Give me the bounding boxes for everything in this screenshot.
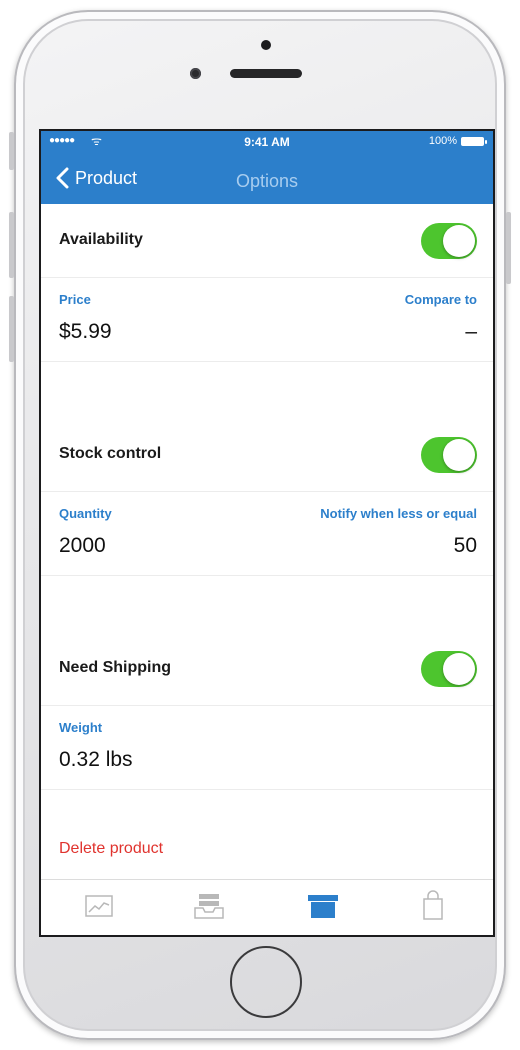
weight-row: Weight 0.32 lbs [41, 706, 493, 790]
volume-down-button [9, 296, 14, 362]
battery-icon [461, 137, 487, 146]
availability-toggle[interactable] [421, 223, 477, 259]
availability-label: Availability [59, 231, 143, 248]
price-label: Price [59, 292, 91, 307]
earpiece-speaker [230, 69, 302, 78]
tab-store[interactable] [415, 890, 451, 922]
toggle-knob [443, 225, 475, 257]
availability-row: Availability [41, 204, 493, 278]
volume-up-button [9, 212, 14, 278]
price-field[interactable]: $5.99 [59, 320, 112, 344]
notify-label: Notify when less or equal [320, 506, 477, 521]
stock-control-label: Stock control [59, 445, 162, 462]
quantity-row: Quantity Notify when less or equal 2000 … [41, 492, 493, 576]
tab-products[interactable] [305, 890, 341, 922]
price-row: Price Compare to $5.99 – [41, 278, 493, 362]
need-shipping-toggle[interactable] [421, 651, 477, 687]
status-time: 9:41 AM [244, 135, 290, 149]
power-button [506, 212, 511, 284]
tab-orders[interactable] [191, 890, 227, 922]
stock-control-toggle[interactable] [421, 437, 477, 473]
status-bar: ●●●●● ᯤ 9:41 AM 100% [41, 131, 493, 151]
weight-field[interactable]: 0.32 lbs [59, 748, 133, 772]
stock-control-row: Stock control [41, 418, 493, 492]
quantity-field[interactable]: 2000 [59, 534, 106, 558]
notify-field[interactable]: 50 [454, 534, 477, 558]
page-title: Options [235, 171, 299, 191]
battery-percent: 100% [428, 135, 457, 147]
delete-product-button[interactable]: Delete product [59, 840, 163, 858]
need-shipping-row: Need Shipping [41, 632, 493, 706]
compare-to-label: Compare to [404, 292, 477, 307]
options-form: Availability Price Compare to $5.99 – St… [41, 204, 493, 898]
navigation-bar: Product Options [41, 161, 493, 201]
products-box-icon [308, 895, 338, 918]
quantity-label: Quantity [59, 506, 112, 521]
mute-switch [9, 132, 14, 170]
home-button[interactable] [230, 946, 302, 1018]
store-bag-icon [423, 890, 443, 920]
phone-screen: ●●●●● ᯤ 9:41 AM 100% Product Options Ava… [39, 129, 495, 937]
need-shipping-label: Need Shipping [59, 659, 171, 676]
compare-to-field[interactable]: – [465, 320, 477, 344]
front-camera [190, 68, 201, 79]
weight-label: Weight [59, 720, 103, 735]
orders-tray-icon [194, 894, 224, 919]
toggle-knob [443, 439, 475, 471]
stats-chart-icon [85, 895, 113, 917]
tab-stats[interactable] [81, 890, 117, 922]
app-header: ●●●●● ᯤ 9:41 AM 100% Product Options [41, 131, 493, 204]
tab-bar [41, 879, 493, 935]
toggle-knob [443, 653, 475, 685]
proximity-sensor [261, 40, 271, 50]
